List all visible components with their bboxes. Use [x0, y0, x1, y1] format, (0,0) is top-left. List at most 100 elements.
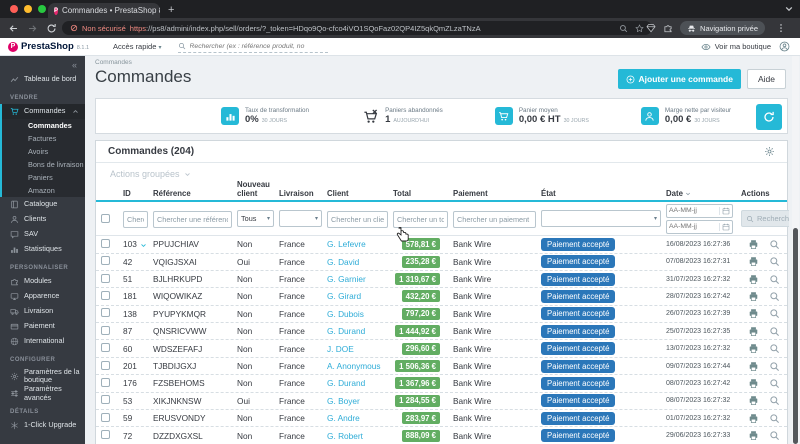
client-link[interactable]: G. Dubois [322, 309, 388, 319]
printer-icon[interactable] [748, 256, 759, 267]
row-checkbox[interactable] [101, 430, 110, 440]
printer-icon[interactable] [748, 361, 759, 372]
row-checkbox[interactable] [101, 273, 110, 283]
scrollbar-thumb[interactable] [793, 228, 798, 444]
printer-icon[interactable] [748, 326, 759, 337]
sidebar-item-clients[interactable]: Clients [0, 212, 85, 227]
prestashop-logo[interactable]: P PrestaShop 8.1.1 [8, 41, 89, 52]
sidebar-item-param-tres-avanc-s[interactable]: Paramètres avancés [0, 385, 85, 401]
column-header-id[interactable]: ID [118, 189, 148, 199]
column-header-client[interactable]: Client [322, 189, 388, 199]
order-row[interactable]: 60 WDSZEFAFJ Non France J. DOE 296,60 € … [96, 340, 787, 358]
sidebar-subitem[interactable]: Amazon [2, 184, 85, 197]
total-badge[interactable]: 1 367,96 € [395, 377, 440, 390]
client-link[interactable]: G. Girard [322, 291, 388, 301]
sidebar-item-international[interactable]: International [0, 334, 85, 349]
sidebar-item-param-tres-de-la-boutique[interactable]: Paramètres de la boutique [0, 366, 85, 386]
calendar-icon[interactable] [719, 206, 730, 215]
date-to-input[interactable] [667, 223, 719, 231]
client-link[interactable]: G. Andre [322, 413, 388, 423]
row-checkbox[interactable] [101, 412, 110, 422]
magnifier-icon[interactable] [769, 239, 780, 250]
sidebar-subitem[interactable]: Avoirs [2, 145, 85, 158]
column-header-nouveau-client[interactable]: Nouveau client [232, 180, 274, 198]
add-order-button[interactable]: Ajouter une commande [617, 69, 741, 89]
row-checkbox[interactable] [101, 343, 110, 353]
filter-total-input[interactable] [393, 211, 448, 229]
client-link[interactable]: G. Durand [322, 326, 388, 336]
column-header-paiement[interactable]: Paiement [448, 189, 536, 199]
client-link[interactable]: G. Boyer [322, 396, 388, 406]
search-button[interactable]: Rechercher [741, 210, 789, 228]
calendar-icon[interactable] [719, 222, 730, 231]
zoom-icon[interactable] [619, 24, 628, 33]
printer-icon[interactable] [748, 308, 759, 319]
sidebar-item-statistiques[interactable]: Statistiques [0, 242, 85, 257]
sidebar-item-livraison[interactable]: Livraison [0, 304, 85, 319]
order-row[interactable]: 51 BJLHRKUPD Non France G. Garnier 1 319… [96, 271, 787, 289]
row-checkbox[interactable] [101, 290, 110, 300]
order-row[interactable]: 103 PPUJCHIAV Non France G. Lefevre 578,… [96, 236, 787, 254]
client-link[interactable]: G. David [322, 257, 388, 267]
filter-payment-input[interactable] [453, 211, 536, 229]
maximize-window-button[interactable] [38, 5, 46, 13]
filter-status-select[interactable]: ▾ [541, 210, 661, 228]
client-link[interactable]: G. Robert [322, 431, 388, 441]
browser-tab[interactable]: P Commandes • PrestaShop 8 × [48, 3, 160, 18]
row-checkbox[interactable] [101, 256, 110, 266]
new-tab-button[interactable]: + [168, 4, 174, 16]
help-button[interactable]: Aide [746, 69, 786, 89]
magnifier-icon[interactable] [769, 378, 780, 389]
total-badge[interactable]: 283,97 € [401, 412, 440, 425]
column-header-total[interactable]: Total [388, 189, 448, 199]
row-checkbox[interactable] [101, 325, 110, 335]
sidebar-collapse-button[interactable]: « [72, 60, 77, 70]
total-badge[interactable]: 888,09 € [401, 429, 440, 442]
total-badge[interactable]: 296,60 € [401, 342, 440, 355]
filter-date-to[interactable] [666, 219, 733, 234]
total-badge[interactable]: 797,20 € [401, 307, 440, 320]
address-bar[interactable]: Non sécurisé https://ps8/admini/index.ph… [62, 21, 652, 35]
printer-icon[interactable] [748, 430, 759, 441]
sidebar-item-tableau-de-bord[interactable]: Tableau de bord [0, 72, 85, 87]
printer-icon[interactable] [748, 395, 759, 406]
view-shop-link[interactable]: Voir ma boutique [701, 42, 771, 52]
profile-avatar-icon[interactable] [779, 41, 790, 52]
sidebar-item-catalogue[interactable]: Catalogue [0, 197, 85, 212]
sidebar-item-paiement[interactable]: Paiement [0, 319, 85, 334]
forward-icon[interactable] [27, 23, 38, 34]
extensions-icon[interactable] [663, 23, 673, 33]
printer-icon[interactable] [748, 413, 759, 424]
printer-icon[interactable] [748, 378, 759, 389]
sidebar-item-apparence[interactable]: Apparence [0, 289, 85, 304]
total-badge[interactable]: 235,28 € [401, 255, 440, 268]
order-row[interactable]: 53 XIKJNKNSW Oui France G. Boyer 1 284,5… [96, 393, 787, 411]
filter-reference-input[interactable] [153, 211, 232, 229]
filter-id-input[interactable] [123, 211, 148, 229]
order-row[interactable]: 59 ERUSVONDY Non France G. Andre 283,97 … [96, 410, 787, 428]
admin-search-input[interactable] [189, 42, 328, 50]
order-row[interactable]: 201 TJBDIJGXJ Non France A. Anonymous 1 … [96, 358, 787, 376]
chevron-down-icon[interactable] [784, 4, 794, 14]
order-row[interactable]: 42 VQIGJSXAI Oui France G. David 235,28 … [96, 254, 787, 271]
not-secure-icon[interactable] [70, 24, 78, 32]
order-row[interactable]: 72 DZZDXGXSL Non France G. Robert 888,09… [96, 427, 787, 444]
magnifier-icon[interactable] [769, 361, 780, 372]
magnifier-icon[interactable] [769, 308, 780, 319]
order-row[interactable]: 87 QNSRICVWW Non France G. Durand 1 444,… [96, 323, 787, 341]
refresh-kpi-button[interactable] [756, 104, 782, 130]
magnifier-icon[interactable] [769, 413, 780, 424]
order-row[interactable]: 181 WIQOWIKAZ Non France G. Girard 432,2… [96, 288, 787, 306]
magnifier-icon[interactable] [769, 326, 780, 337]
bulk-actions-dropdown[interactable]: Actions groupées [96, 163, 787, 181]
column-header-r-f-rence[interactable]: Référence [148, 189, 232, 199]
filter-new-client-select[interactable]: Tous ▾ [237, 210, 274, 228]
reload-icon[interactable] [46, 23, 57, 34]
printer-icon[interactable] [748, 343, 759, 354]
filter-delivery-select[interactable]: ▾ [279, 210, 322, 228]
extension-icon[interactable] [646, 23, 656, 33]
admin-search[interactable] [177, 40, 328, 53]
not-secure-label[interactable]: Non sécurisé [82, 24, 126, 33]
sidebar-item-1-click-upgrade[interactable]: 1-Click Upgrade [0, 418, 85, 433]
total-badge[interactable]: 432,20 € [401, 290, 440, 303]
